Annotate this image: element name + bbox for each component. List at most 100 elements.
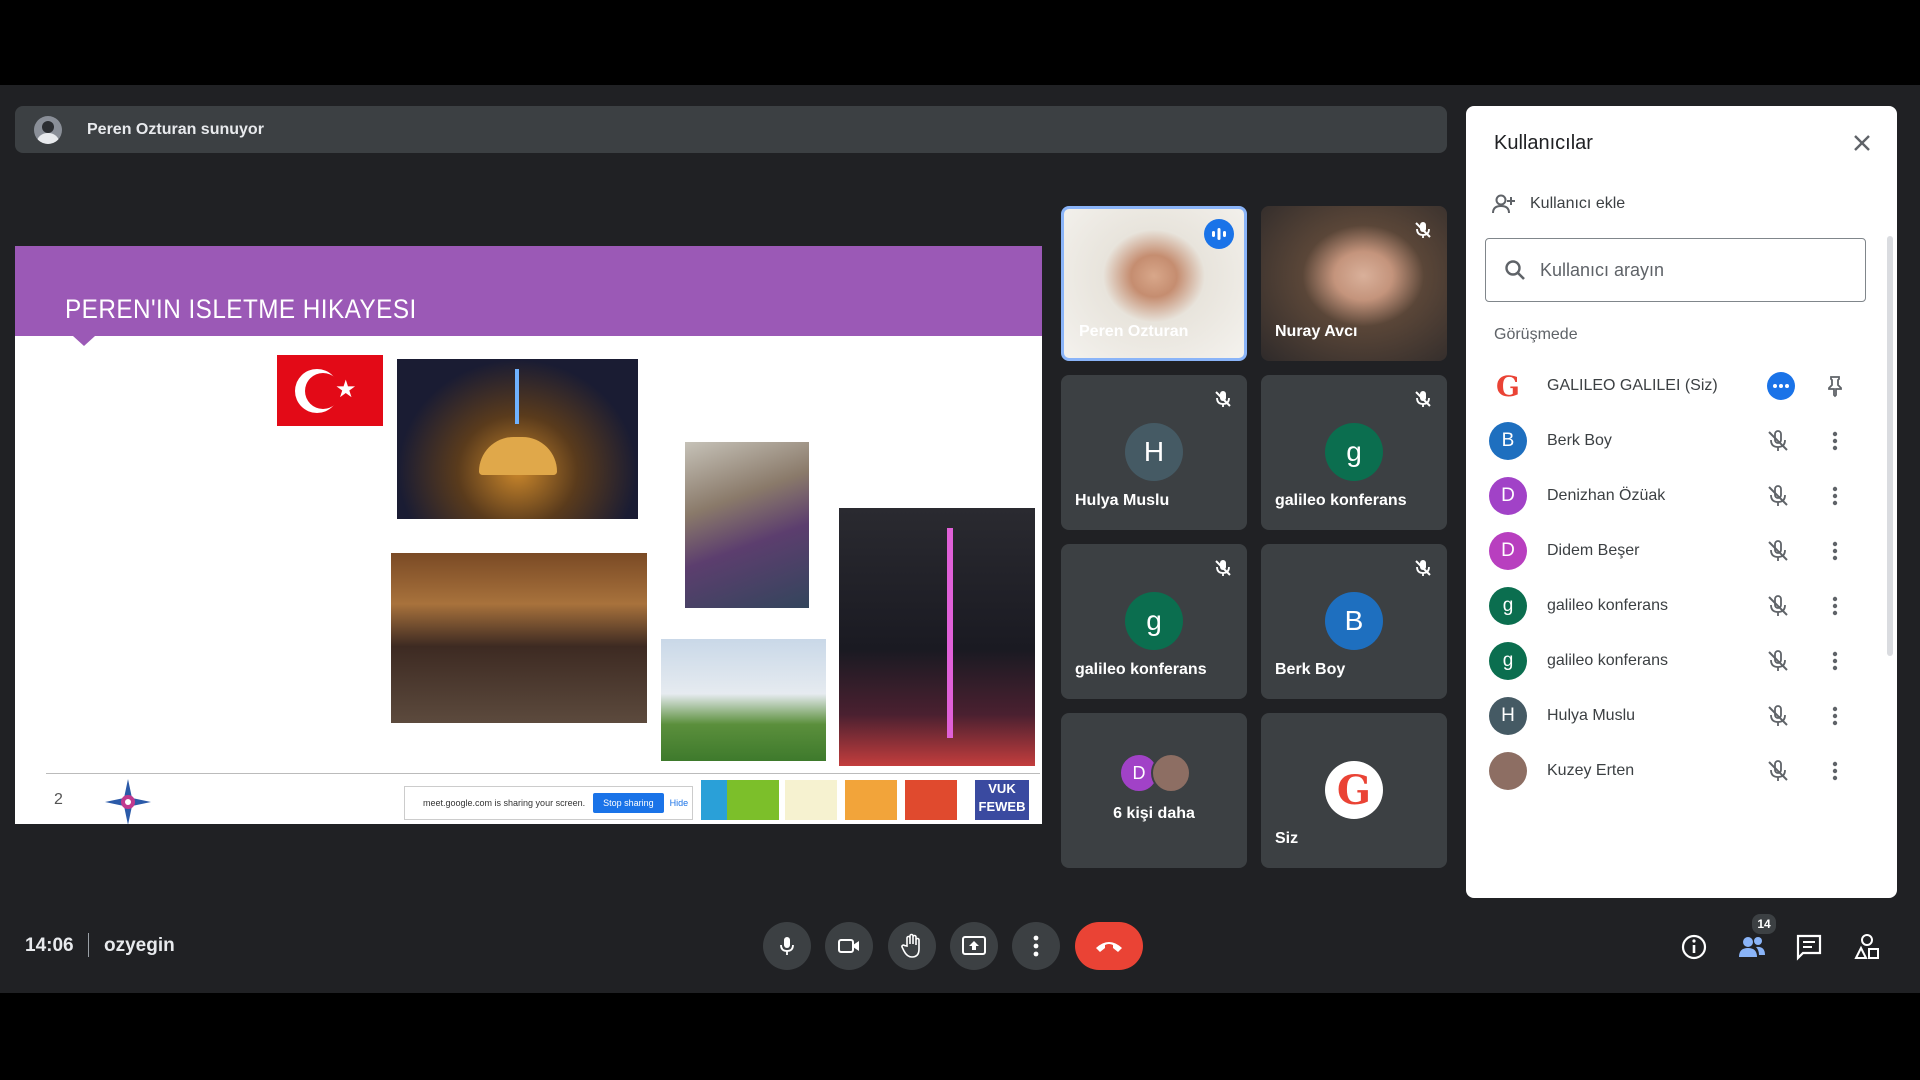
more-vert-icon[interactable] [1822,648,1848,674]
hide-banner-button[interactable]: Hide [670,798,689,808]
close-icon[interactable] [1847,128,1877,158]
participant-name: Nuray Avcı [1275,323,1358,340]
meeting-code: ozyegin [104,935,175,956]
person-avatar: D [1489,477,1527,515]
partner-logo [845,780,897,820]
more-participants-tile[interactable]: D 6 kişi daha [1061,713,1247,868]
slide-header-arrow [73,336,95,346]
participant-name: Peren Ozturan [1079,323,1189,340]
screen-share-banner: meet.google.com is sharing your screen. … [404,786,693,820]
more-vert-icon[interactable] [1822,593,1848,619]
grand-bazaar-photo [391,553,647,723]
mic-off-icon [1415,391,1431,407]
participant-tile[interactable]: Nuray Avcı [1261,206,1447,361]
mic-off-icon [1768,430,1788,451]
people-icon[interactable] [1737,932,1767,962]
person-row[interactable]: g galileo konferans [1466,633,1897,689]
people-panel: Kullanıcılar Kullanıcı ekle Kullanıcı ar… [1466,106,1897,898]
presenter-avatar [34,115,62,144]
partner-logo [905,780,957,820]
more-options-icon[interactable] [1767,372,1795,400]
raise-hand-icon [901,933,920,958]
mini-avatar-photo [1151,753,1191,793]
person-name: Denizhan Özüak [1547,487,1666,504]
participant-tile[interactable]: Peren Ozturan [1061,206,1247,361]
more-options-button[interactable] [1012,922,1060,970]
present-screen-icon [962,936,986,955]
participants-count-badge: 14 [1750,912,1778,936]
person-row[interactable]: g galileo konferans [1466,578,1897,634]
participant-name: Hulya Muslu [1075,492,1170,509]
participant-avatar: g [1325,423,1383,481]
participant-avatar: B [1325,592,1383,650]
partner-logo [785,780,837,820]
person-avatar-photo [1489,752,1527,790]
chat-icon[interactable] [1794,932,1824,962]
person-row[interactable]: B Berk Boy [1466,413,1897,469]
market-vendor-photo [685,442,809,608]
mic-off-icon [1768,650,1788,671]
participant-tile[interactable]: B Berk Boy [1261,544,1447,699]
more-vert-icon[interactable] [1822,483,1848,509]
more-vert-icon[interactable] [1822,538,1848,564]
panel-scrollbar[interactable] [1887,236,1893,656]
participant-tile[interactable]: g galileo konferans [1061,544,1247,699]
microphone-icon [780,937,794,955]
person-avatar: D [1489,532,1527,570]
activities-icon[interactable] [1852,932,1882,962]
add-person-icon [1492,194,1515,214]
participant-name: Siz [1275,830,1299,847]
more-vert-icon[interactable] [1822,428,1848,454]
slide-footer-line [46,773,1040,774]
more-vert-icon [1033,935,1039,957]
mic-off-icon [1768,595,1788,616]
present-screen-button[interactable] [950,922,998,970]
mic-off-icon [1768,760,1788,781]
person-row[interactable]: H Hulya Muslu [1466,688,1897,744]
self-avatar-logo: G [1325,761,1383,819]
shared-slide: PEREN'IN ISLETME HIKAYESI ★ 2 meet.googl… [15,246,1042,824]
person-name: Kuzey Erten [1547,762,1635,779]
person-row[interactable]: Kuzey Erten [1466,743,1897,799]
person-row[interactable]: G GALILEO GALILEI (Siz) [1466,358,1897,414]
search-input[interactable]: Kullanıcı arayın [1485,238,1866,302]
more-vert-icon[interactable] [1822,703,1848,729]
microphone-button[interactable] [763,922,811,970]
person-row[interactable]: D Denizhan Özüak [1466,468,1897,524]
person-avatar: B [1489,422,1527,460]
person-name: galileo konferans [1547,597,1668,614]
mic-off-icon [1415,222,1431,238]
shanghai-tower-photo [839,508,1035,766]
end-call-icon [1096,942,1122,952]
leave-call-button[interactable] [1075,922,1143,970]
person-name: Didem Beşer [1547,542,1640,559]
divider [88,933,89,957]
pin-icon[interactable] [1823,374,1847,398]
person-name: Berk Boy [1547,432,1612,449]
istanbul-night-photo [397,359,638,519]
person-row[interactable]: D Didem Beşer [1466,523,1897,579]
add-user-button[interactable]: Kullanıcı ekle [1490,194,1625,214]
participant-tile[interactable]: g galileo konferans [1261,375,1447,530]
more-vert-icon[interactable] [1822,758,1848,784]
raise-hand-button[interactable] [888,922,936,970]
slide-title: PEREN'IN ISLETME HIKAYESI [65,294,417,324]
video-camera-icon [838,939,859,953]
person-name: Hulya Muslu [1547,707,1636,724]
stop-sharing-button[interactable]: Stop sharing [593,793,664,813]
panel-title: Kullanıcılar [1494,132,1593,154]
mic-off-icon [1768,540,1788,561]
partner-logo [727,780,779,820]
self-tile[interactable]: G Siz [1261,713,1447,868]
more-participants-label: 6 kişi daha [1113,805,1195,822]
add-user-label: Kullanıcı ekle [1530,195,1626,212]
taj-mahal-photo [661,639,826,761]
camera-button[interactable] [825,922,873,970]
info-icon[interactable] [1679,932,1709,962]
person-avatar: g [1489,587,1527,625]
mic-off-icon [1415,560,1431,576]
participant-tile[interactable]: H Hulya Muslu [1061,375,1247,530]
mic-off-icon [1768,485,1788,506]
person-name: GALILEO GALILEI (Siz) [1547,377,1718,394]
participant-name: galileo konferans [1075,661,1207,678]
